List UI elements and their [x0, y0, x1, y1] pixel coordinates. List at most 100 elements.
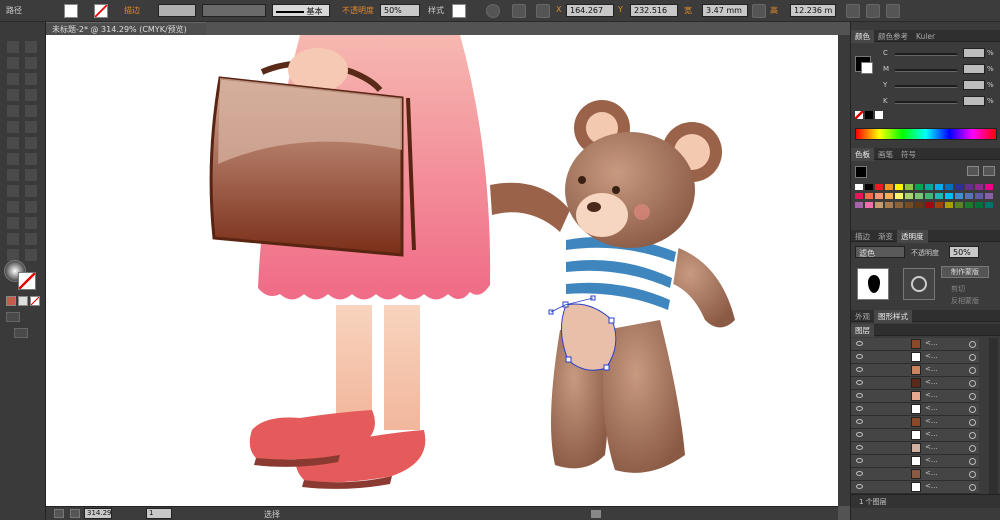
hscroll-thumb[interactable]	[591, 510, 601, 518]
height-field[interactable]: 12.236 m	[790, 4, 836, 17]
panel-menu-icon[interactable]	[886, 4, 900, 18]
swatch-color[interactable]	[875, 202, 884, 209]
swatch-color[interactable]	[905, 202, 914, 209]
isolate-icon[interactable]	[866, 4, 880, 18]
target-circle-icon[interactable]	[969, 406, 976, 413]
swatch-color[interactable]	[965, 193, 974, 200]
layer-row[interactable]: <...	[851, 416, 979, 429]
tool-icon[interactable]	[6, 88, 20, 102]
swatch-color[interactable]	[945, 193, 954, 200]
tool-icon[interactable]	[24, 56, 38, 70]
gradient-mode-icon[interactable]	[18, 296, 28, 306]
swatch-color[interactable]	[895, 184, 904, 191]
tool-icon[interactable]	[6, 40, 20, 54]
swatch-color[interactable]	[935, 184, 944, 191]
none-color-icon[interactable]	[855, 111, 863, 119]
swatch-color[interactable]	[955, 184, 964, 191]
vertical-scrollbar[interactable]	[838, 35, 850, 506]
layer-row[interactable]: <...	[851, 442, 979, 455]
visibility-eye-icon[interactable]	[856, 341, 863, 346]
tool-icon[interactable]	[24, 232, 38, 246]
tool-icon[interactable]	[6, 216, 20, 230]
visibility-eye-icon[interactable]	[856, 354, 863, 359]
tab-appearance[interactable]: 外观	[851, 310, 874, 323]
tool-icon[interactable]	[24, 104, 38, 118]
graphic-style-swatch[interactable]	[452, 4, 466, 18]
layer-row[interactable]: <...	[851, 481, 979, 494]
tab-kuler[interactable]: Kuler	[912, 31, 939, 42]
tab-transparency[interactable]: 透明度	[897, 230, 928, 243]
swatch-color[interactable]	[915, 184, 924, 191]
swatch-color[interactable]	[885, 184, 894, 191]
width-field[interactable]: 3.47 mm	[702, 4, 748, 17]
swatch-color[interactable]	[965, 184, 974, 191]
white-color-icon[interactable]	[875, 111, 883, 119]
visibility-eye-icon[interactable]	[856, 419, 863, 424]
target-circle-icon[interactable]	[969, 341, 976, 348]
swatch-color[interactable]	[865, 184, 874, 191]
tab-stroke[interactable]: 描边	[851, 230, 874, 243]
tab-color[interactable]: 颜色	[851, 30, 874, 43]
link-proportions-icon[interactable]	[752, 4, 766, 18]
visibility-eye-icon[interactable]	[856, 445, 863, 450]
swatch-color[interactable]	[855, 193, 864, 200]
tab-swatches[interactable]: 色板	[851, 148, 874, 161]
swatch-color[interactable]	[885, 202, 894, 209]
artboard-canvas[interactable]	[46, 35, 838, 506]
swatch-color[interactable]	[915, 202, 924, 209]
tool-icon[interactable]	[6, 200, 20, 214]
swatch-color[interactable]	[905, 184, 914, 191]
fill-swatch[interactable]	[64, 4, 78, 18]
tool-icon[interactable]	[6, 120, 20, 134]
y-field[interactable]: 232.516	[630, 4, 678, 17]
target-circle-icon[interactable]	[969, 380, 976, 387]
artboard-nav-icon[interactable]	[54, 509, 64, 518]
visibility-eye-icon[interactable]	[856, 432, 863, 437]
opacity-field[interactable]: 50%	[380, 4, 420, 17]
swatch-color[interactable]	[965, 202, 974, 209]
tab-layers[interactable]: 图层	[851, 324, 874, 337]
visibility-eye-icon[interactable]	[856, 406, 863, 411]
variable-width-select[interactable]	[202, 4, 266, 17]
color-mode-icon[interactable]	[6, 296, 16, 306]
layer-row[interactable]: <...	[851, 377, 979, 390]
swatch-color[interactable]	[925, 184, 934, 191]
tool-icon[interactable]	[24, 40, 38, 54]
layer-row[interactable]: <...	[851, 455, 979, 468]
none-mode-icon[interactable]	[30, 296, 40, 306]
tool-icon[interactable]	[24, 152, 38, 166]
target-circle-icon[interactable]	[969, 445, 976, 452]
slider-k[interactable]	[895, 101, 957, 104]
target-circle-icon[interactable]	[969, 458, 976, 465]
tool-icon[interactable]	[6, 104, 20, 118]
slider-m[interactable]	[895, 69, 957, 72]
screen-mode-icon[interactable]	[14, 328, 28, 338]
transform-icon[interactable]	[846, 4, 860, 18]
tool-icon[interactable]	[24, 216, 38, 230]
recolor-icon[interactable]	[486, 4, 500, 18]
tab-color-guide[interactable]: 颜色参考	[874, 30, 912, 43]
swatch-color[interactable]	[895, 193, 904, 200]
swatch-color[interactable]	[945, 202, 954, 209]
make-mask-button[interactable]: 制作蒙版	[941, 266, 989, 278]
page-field[interactable]: 1	[146, 508, 172, 519]
blend-mode-select[interactable]: 滤色	[855, 246, 905, 258]
swatch-color[interactable]	[985, 184, 994, 191]
swatch-fill-box[interactable]	[855, 166, 867, 178]
tool-icon[interactable]	[24, 184, 38, 198]
zoom-field[interactable]: 314.29	[84, 508, 112, 519]
list-view-icon[interactable]	[967, 166, 979, 176]
tool-icon[interactable]	[24, 72, 38, 86]
tool-icon[interactable]	[6, 168, 20, 182]
swatch-color[interactable]	[855, 184, 864, 191]
invert-mask-checkbox-label[interactable]: 反相蒙版	[951, 296, 979, 306]
tab-graphic-styles[interactable]: 图形样式	[874, 310, 912, 323]
layer-row[interactable]: <...	[851, 429, 979, 442]
swatch-color[interactable]	[925, 202, 934, 209]
grid-view-icon[interactable]	[983, 166, 995, 176]
visibility-eye-icon[interactable]	[856, 380, 863, 385]
stroke-weight-field[interactable]	[158, 4, 196, 17]
tool-icon[interactable]	[24, 200, 38, 214]
tool-icon[interactable]	[24, 120, 38, 134]
reference-point-icon[interactable]	[536, 4, 550, 18]
